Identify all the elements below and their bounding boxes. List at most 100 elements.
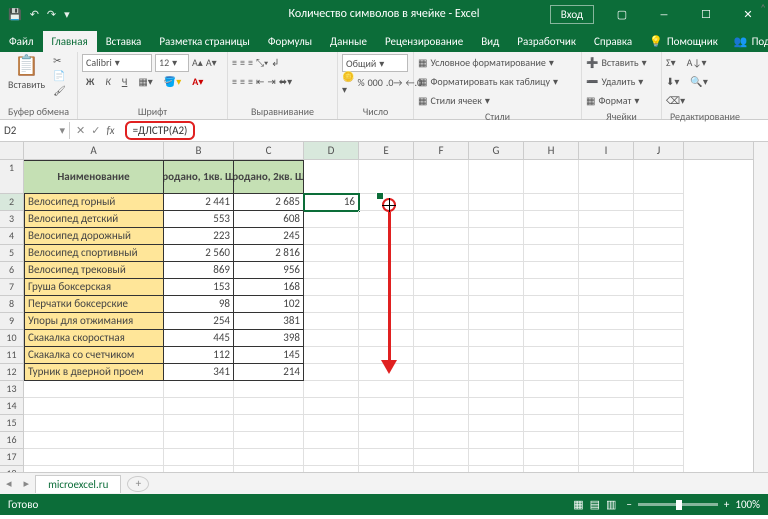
cell[interactable]: [414, 194, 469, 211]
cell[interactable]: [304, 432, 359, 449]
cell-styles-button[interactable]: ▦ Стили ячеек▾: [418, 92, 558, 109]
cell[interactable]: 341: [164, 364, 234, 381]
indent-inc-icon[interactable]: ⇥: [267, 75, 275, 88]
cell[interactable]: 2 816: [234, 245, 304, 262]
cell[interactable]: [24, 398, 164, 415]
col-header-G[interactable]: G: [469, 142, 524, 159]
cell[interactable]: [579, 381, 634, 398]
cell[interactable]: [579, 279, 634, 296]
cell[interactable]: [524, 364, 579, 381]
cell[interactable]: Перчатки боксерские: [24, 296, 164, 313]
cell[interactable]: [469, 160, 524, 194]
tab-home[interactable]: Главная: [43, 31, 97, 52]
view-page-layout-icon[interactable]: ▤: [590, 498, 600, 511]
cell[interactable]: 102: [234, 296, 304, 313]
cell[interactable]: [24, 381, 164, 398]
paste-button[interactable]: 📋Вставить: [4, 54, 49, 93]
row-header[interactable]: 7: [0, 279, 24, 296]
cell[interactable]: 112: [164, 347, 234, 364]
tab-file[interactable]: Файл: [0, 31, 43, 52]
cell[interactable]: [414, 449, 469, 466]
enter-formula-icon[interactable]: ✓: [91, 124, 100, 137]
cell[interactable]: [414, 262, 469, 279]
cell[interactable]: [414, 296, 469, 313]
cell[interactable]: [524, 228, 579, 245]
inc-decimal-icon[interactable]: .0→: [386, 76, 403, 89]
zoom-in-button[interactable]: +: [724, 498, 729, 511]
col-header-F[interactable]: F: [414, 142, 469, 159]
cell[interactable]: [469, 364, 524, 381]
cell[interactable]: [579, 432, 634, 449]
cell[interactable]: [359, 432, 414, 449]
cell[interactable]: [524, 415, 579, 432]
cell[interactable]: [304, 398, 359, 415]
cell[interactable]: Продано, 1кв. Шт.: [164, 160, 234, 194]
col-header-E[interactable]: E: [359, 142, 414, 159]
row-header[interactable]: 14: [0, 398, 24, 415]
collapse-ribbon-icon[interactable]: ˄: [760, 2, 766, 15]
row-header[interactable]: 4: [0, 228, 24, 245]
cell[interactable]: [634, 381, 684, 398]
tab-formulas[interactable]: Формулы: [259, 31, 321, 52]
cell[interactable]: Велосипед детский: [24, 211, 164, 228]
sheet-tab[interactable]: microexcel.ru: [35, 475, 121, 493]
cell[interactable]: [524, 398, 579, 415]
increase-font-icon[interactable]: A▴: [192, 56, 203, 69]
cell[interactable]: 869: [164, 262, 234, 279]
minimize-button[interactable]: ―: [644, 0, 684, 28]
cell[interactable]: [469, 194, 524, 211]
row-header[interactable]: 11: [0, 347, 24, 364]
cell[interactable]: [414, 432, 469, 449]
cell[interactable]: [524, 381, 579, 398]
cell[interactable]: [359, 296, 414, 313]
cell[interactable]: [579, 347, 634, 364]
share-button[interactable]: 👥 Поделиться: [726, 31, 768, 52]
cell[interactable]: [164, 381, 234, 398]
cell[interactable]: [469, 415, 524, 432]
cell[interactable]: [524, 347, 579, 364]
cell[interactable]: [524, 313, 579, 330]
cell[interactable]: [524, 466, 579, 472]
cell[interactable]: [304, 228, 359, 245]
cell[interactable]: [414, 415, 469, 432]
cell[interactable]: 16: [304, 194, 359, 211]
comma-icon[interactable]: 000: [368, 76, 383, 89]
cell[interactable]: [24, 432, 164, 449]
tab-data[interactable]: Данные: [321, 31, 376, 52]
align-bottom-icon[interactable]: ≡: [248, 56, 253, 69]
col-header-C[interactable]: C: [234, 142, 304, 159]
worksheet-grid[interactable]: ABCDEFGHIJ 1НаименованиеПродано, 1кв. Шт…: [0, 142, 768, 472]
cell[interactable]: [304, 313, 359, 330]
cell[interactable]: [304, 381, 359, 398]
cell[interactable]: [634, 194, 684, 211]
cell[interactable]: [234, 398, 304, 415]
formula-input[interactable]: =ДЛСТР(A2): [125, 121, 196, 140]
maximize-button[interactable]: ☐: [686, 0, 726, 28]
cell[interactable]: [359, 415, 414, 432]
cell[interactable]: [634, 160, 684, 194]
cell[interactable]: [359, 245, 414, 262]
cell[interactable]: [359, 194, 414, 211]
cell[interactable]: 553: [164, 211, 234, 228]
cell[interactable]: [634, 296, 684, 313]
cell[interactable]: [579, 211, 634, 228]
cell[interactable]: [304, 279, 359, 296]
cell[interactable]: [634, 398, 684, 415]
percent-icon[interactable]: %: [357, 76, 364, 89]
cell[interactable]: [359, 160, 414, 194]
login-button[interactable]: Вход: [550, 5, 594, 24]
cell[interactable]: 153: [164, 279, 234, 296]
cell[interactable]: [524, 194, 579, 211]
cell[interactable]: 2 441: [164, 194, 234, 211]
font-color-button[interactable]: A▾: [188, 73, 207, 90]
cell[interactable]: [579, 228, 634, 245]
cell[interactable]: [304, 347, 359, 364]
row-header[interactable]: 15: [0, 415, 24, 432]
cell[interactable]: [524, 296, 579, 313]
cell[interactable]: [164, 449, 234, 466]
name-box[interactable]: D2▾: [0, 122, 70, 139]
row-header[interactable]: 9: [0, 313, 24, 330]
fill-icon[interactable]: ⬇▾: [666, 75, 679, 88]
sheet-nav-next-icon[interactable]: ▸: [18, 477, 36, 490]
tab-page-layout[interactable]: Разметка страницы: [150, 31, 259, 52]
